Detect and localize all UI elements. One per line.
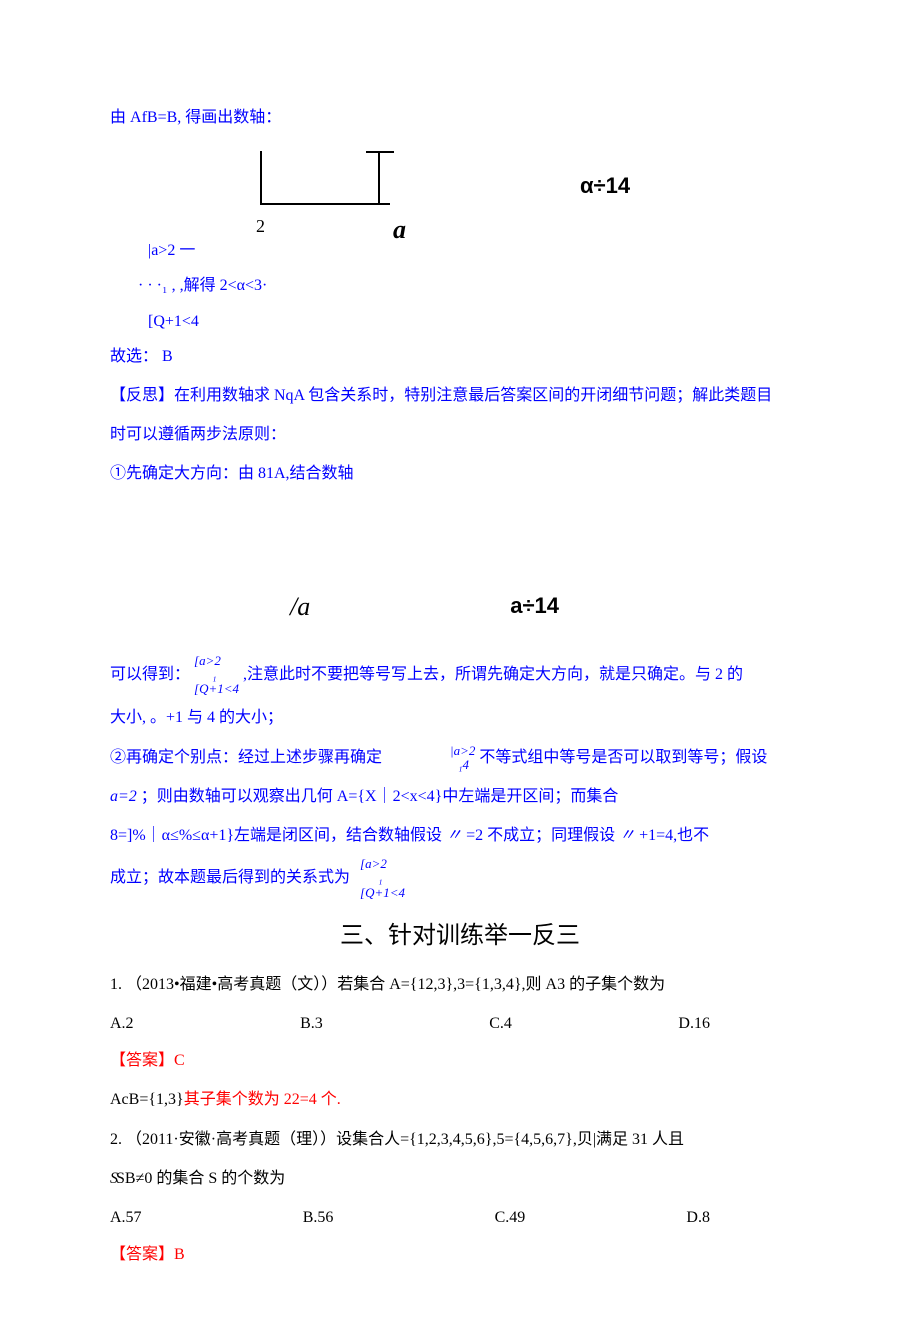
axis-label-a: a bbox=[393, 201, 406, 258]
line-11: 8=]%｜α≤%≤α+1}左端是闭区间，结合数轴假设 〃 =2 不成立；同理假设… bbox=[110, 818, 810, 853]
t: 可以得到： bbox=[110, 666, 190, 683]
q1-options: A.2 B.3 C.4 D.16 bbox=[110, 1006, 710, 1041]
t: [a>2 bbox=[360, 856, 387, 871]
t: SB≠0 的集合 S 的个数为 bbox=[116, 1170, 285, 1187]
t: =2 不成立；同理假设 bbox=[466, 827, 615, 844]
line-10: a=2 ；则由数轴可以观察出几何 A={X｜2<x<4}中左端是开区间；而集合 bbox=[110, 779, 810, 814]
t: 【答案】 bbox=[110, 1246, 174, 1263]
t: AfB=B, bbox=[130, 109, 181, 126]
t: |a>2 一 bbox=[138, 233, 810, 268]
t: [a>2 bbox=[194, 653, 221, 668]
opt-a: A.2 bbox=[110, 1006, 134, 1041]
ans1: 【答案】C bbox=[110, 1043, 810, 1078]
brace-3: |a>2 ₁4 bbox=[450, 744, 475, 773]
brace-group-1: |a>2 一 · · ·₁ , ,解得 2<α<3· [Q+1<4 bbox=[138, 233, 810, 339]
ans2: 【答案】B bbox=[110, 1237, 810, 1272]
t: 得画出数轴： bbox=[185, 109, 281, 126]
brace-4: [a>2 ₁ [Q+1<4 bbox=[360, 857, 405, 900]
line-7: 可以得到： [a>2 ₁ [Q+1<4 ,注意此时不要把等号写上去，所谓先确定大… bbox=[110, 654, 810, 697]
t: |a>2 bbox=[450, 743, 475, 758]
t: 〃 bbox=[619, 827, 635, 844]
axis-label-2: 2 bbox=[256, 207, 265, 247]
t: ₁4 bbox=[450, 757, 469, 772]
t: ₁ bbox=[360, 870, 383, 885]
t: 8=]%｜α≤%≤α+1}左端是闭区间，结合数轴假设 bbox=[110, 827, 442, 844]
alpha-label-2: a÷14 bbox=[510, 582, 559, 630]
t: 成立；故本题最后得到的关系式为 bbox=[110, 869, 350, 886]
t: 由 bbox=[110, 109, 130, 126]
t: [Q+1<4 bbox=[360, 885, 405, 900]
diagram-2: /a a÷14 bbox=[110, 562, 810, 652]
line-5: 时可以遵循两步法原则： bbox=[110, 417, 810, 452]
opt-d: D.16 bbox=[678, 1006, 710, 1041]
line-6: ①先确定大方向：由 81A,结合数轴 bbox=[110, 456, 810, 491]
t: +1=4,也不 bbox=[639, 827, 709, 844]
t: ②再确定个别点：经过上述步骤再确定 bbox=[110, 749, 382, 766]
q1: 1. （2013•福建•高考真题（文））若集合 A={12,3},3={1,3,… bbox=[110, 967, 810, 1002]
t: · · ·₁ bbox=[138, 277, 168, 294]
t: a=2 bbox=[110, 788, 137, 805]
t: 〃 bbox=[446, 827, 462, 844]
opt-c: C.4 bbox=[489, 1006, 512, 1041]
t: , ,解得 2<α<3· bbox=[172, 277, 268, 294]
t: [Q+1<4 bbox=[194, 681, 239, 696]
expl1: AcB={1,3}其子集个数为 22=4 个. bbox=[110, 1082, 810, 1117]
line-8: 大小, 。+1 与 4 的大小； bbox=[110, 700, 810, 735]
section-3-title: 三、针对训练举一反三 bbox=[110, 910, 810, 963]
line-1: 由 AfB=B, 得画出数轴： bbox=[110, 100, 810, 135]
brace-2: [a>2 ₁ [Q+1<4 bbox=[194, 654, 239, 697]
t: 其子集个数为 22=4 个. bbox=[184, 1091, 341, 1108]
t: 故选： bbox=[110, 348, 158, 365]
t: C bbox=[174, 1052, 185, 1069]
q2-line1: 2. （2011·安徽·高考真题（理））设集合人={1,2,3,4,5,6},5… bbox=[110, 1122, 810, 1157]
line-3: 故选： B bbox=[110, 339, 810, 374]
alpha-label: α÷14 bbox=[580, 162, 630, 210]
line-4: 【反思】在利用数轴求 NqA 包含关系时，特别注意最后答案区间的开闭细节问题；解… bbox=[110, 378, 810, 413]
opt-b: B.56 bbox=[303, 1200, 334, 1235]
diagram-1: 2 a α÷14 bbox=[110, 141, 810, 231]
opt-c: C.49 bbox=[495, 1200, 526, 1235]
t: 不等式组中等号是否可以取到等号；假设 bbox=[479, 749, 767, 766]
t: B bbox=[162, 348, 173, 365]
line-9: ②再确定个别点：经过上述步骤再确定 |a>2 ₁4 不等式组中等号是否可以取到等… bbox=[110, 740, 810, 775]
t: ₁ bbox=[194, 667, 217, 682]
axis-figure: 2 a bbox=[260, 151, 380, 221]
t: 【答案】 bbox=[110, 1052, 174, 1069]
opt-a: A.57 bbox=[110, 1200, 142, 1235]
t: AcB={1,3} bbox=[110, 1091, 184, 1108]
t: ；则由数轴可以观察出几何 A={X｜2<x<4}中左端是开区间；而集合 bbox=[141, 788, 619, 805]
t: ,注意此时不要把等号写上去，所谓先确定大方向，就是只确定。与 2 的 bbox=[243, 666, 743, 683]
q2-options: A.57 B.56 C.49 D.8 bbox=[110, 1200, 710, 1235]
t: [Q+1<4 bbox=[138, 304, 810, 339]
opt-b: B.3 bbox=[300, 1006, 323, 1041]
t: B bbox=[174, 1246, 185, 1263]
q2-line2: SSB≠0 的集合 S 的个数为 bbox=[110, 1161, 810, 1196]
line-12: 成立；故本题最后得到的关系式为 [a>2 ₁ [Q+1<4 bbox=[110, 857, 810, 900]
diagram2-label: /a bbox=[290, 578, 310, 635]
opt-d: D.8 bbox=[686, 1200, 710, 1235]
